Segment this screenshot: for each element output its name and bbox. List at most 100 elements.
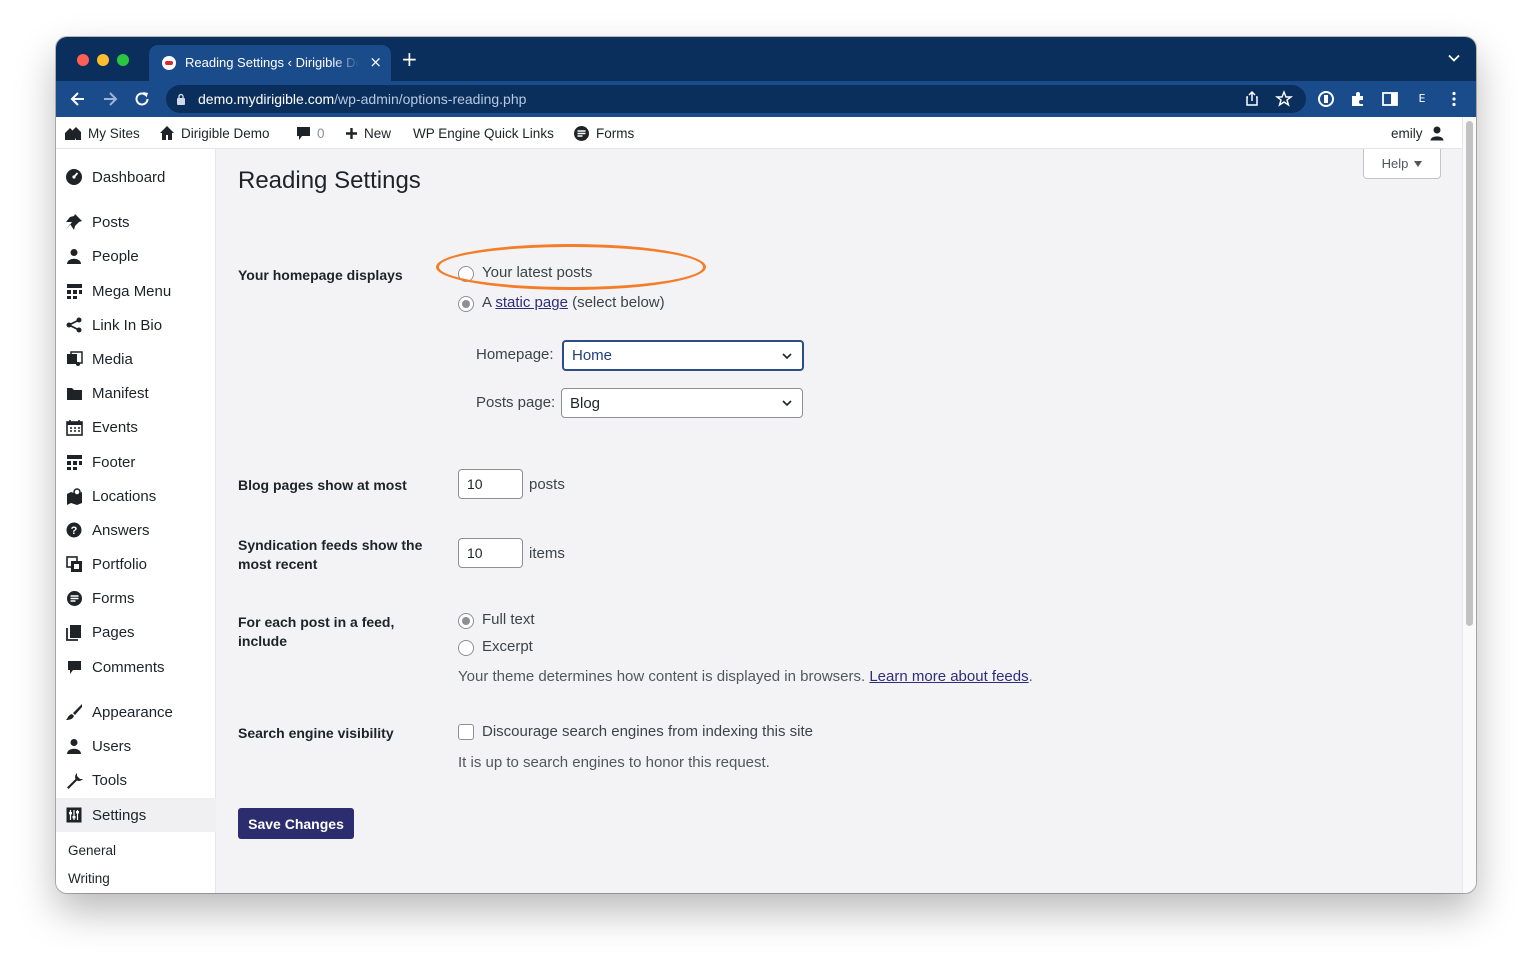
homepage-select[interactable]: Home — [562, 340, 804, 371]
quick-links-menu[interactable]: WP Engine Quick Links — [413, 117, 554, 149]
sidebar-item-answers[interactable]: ? Answers — [56, 514, 216, 546]
sidebar-item-manifest[interactable]: Manifest — [56, 377, 216, 409]
new-tab-button[interactable]: + — [401, 49, 418, 69]
sidebar-item-label: Users — [92, 737, 132, 755]
comment-icon — [65, 658, 83, 676]
forward-icon[interactable] — [100, 89, 120, 109]
sidebar-item-label: Locations — [92, 487, 157, 505]
search-visibility-description: It is up to search engines to honor this… — [458, 754, 770, 771]
side-panel-icon[interactable] — [1380, 89, 1400, 109]
static-page-link[interactable]: static page — [495, 294, 568, 311]
posts-per-page-input[interactable]: 10 — [458, 469, 523, 499]
folder-icon — [65, 384, 83, 402]
tab-search-icon[interactable] — [1448, 52, 1460, 64]
user-account-menu[interactable]: emily — [1391, 117, 1445, 149]
learn-more-feeds-link[interactable]: Learn more about feeds — [869, 668, 1028, 685]
browser-tab[interactable]: Reading Settings ‹ Dirigible Demo × — [149, 45, 391, 81]
sidebar-item-portfolio[interactable]: Portfolio — [56, 548, 216, 580]
posts-page-select[interactable]: Blog — [561, 388, 803, 418]
sidebar-item-label: Tools — [92, 771, 128, 789]
save-changes-button[interactable]: Save Changes — [238, 808, 354, 839]
person-icon — [65, 737, 83, 755]
profile-avatar[interactable]: E — [1412, 89, 1432, 109]
sidebar-item-locations[interactable]: Locations — [56, 480, 216, 512]
sidebar-item-label: Events — [92, 418, 138, 436]
sidebar-item-comments[interactable]: Comments — [56, 651, 216, 683]
share-icon — [65, 316, 83, 334]
homepage-select-label: Homepage: — [476, 346, 554, 363]
posts-page-select-label: Posts page: — [476, 394, 556, 411]
discourage-search-label: Discourage search engines from indexing … — [482, 723, 814, 740]
sidebar-item-users[interactable]: Users — [56, 730, 216, 762]
sidebar-item-label: Comments — [92, 658, 165, 676]
sidebar-item-events[interactable]: Events — [56, 411, 216, 443]
user-name: emily — [1391, 125, 1423, 141]
submenu-item-writing[interactable]: Writing — [68, 871, 110, 886]
sidebar-item-mega-menu[interactable]: Mega Menu — [56, 275, 216, 307]
sidebar-item-link-in-bio[interactable]: Link In Bio — [56, 309, 216, 341]
url-field[interactable]: demo.mydirigible.com/wp-admin/options-re… — [166, 85, 1306, 113]
sidebar-item-label: Footer — [92, 453, 136, 471]
chevron-down-icon — [782, 400, 792, 407]
full-text-radio[interactable] — [458, 613, 474, 629]
lock-icon — [177, 93, 185, 105]
person-icon — [65, 247, 83, 265]
wrench-icon — [65, 771, 83, 789]
tab-close-icon[interactable]: × — [369, 53, 382, 71]
minimize-window-button[interactable] — [97, 54, 109, 66]
sidebar-item-footer[interactable]: Footer — [56, 446, 216, 478]
feed-items-input[interactable]: 10 — [458, 538, 523, 568]
sidebar-item-label: Answers — [92, 521, 150, 539]
sidebar-item-media[interactable]: Media — [56, 343, 216, 375]
highlight-annotation — [436, 244, 706, 290]
plus-icon — [346, 127, 357, 139]
sidebar-item-label: Link In Bio — [92, 316, 163, 334]
bookmark-star-icon[interactable] — [1274, 89, 1294, 109]
sidebar-item-label: Manifest — [92, 384, 149, 402]
discourage-search-checkbox[interactable] — [458, 724, 474, 740]
blog-pages-label: Blog pages show at most — [238, 477, 407, 493]
extension-badge-icon[interactable] — [1316, 89, 1336, 109]
sidebar-item-dashboard[interactable]: Dashboard — [56, 161, 216, 193]
grid-icon — [65, 453, 83, 471]
sidebar-item-label: Dashboard — [92, 168, 166, 186]
share-icon[interactable] — [1242, 89, 1262, 109]
dashboard-icon — [65, 168, 83, 186]
tab-title: Reading Settings ‹ Dirigible Demo — [185, 55, 359, 70]
page-scrollbar[interactable] — [1462, 117, 1476, 893]
reload-icon[interactable] — [132, 89, 152, 109]
sidebar-item-appearance[interactable]: Appearance — [56, 696, 216, 728]
excerpt-label: Excerpt — [482, 638, 533, 655]
submenu-item-general[interactable]: General — [68, 843, 116, 858]
sidebar-item-pages[interactable]: Pages — [56, 616, 216, 648]
comments-count: 0 — [317, 125, 325, 141]
feed-description: Your theme determines how content is dis… — [458, 668, 1033, 685]
forms-menu[interactable]: Forms — [573, 117, 634, 149]
sidebar-item-forms[interactable]: Forms — [56, 582, 216, 614]
sidebar-item-settings[interactable]: Settings — [56, 798, 216, 832]
my-sites-menu[interactable]: My Sites — [64, 117, 140, 149]
feed-description-end: . — [1028, 668, 1033, 685]
new-content-menu[interactable]: New — [345, 117, 391, 149]
scrollbar-thumb[interactable] — [1466, 121, 1473, 626]
excerpt-radio[interactable] — [458, 640, 474, 656]
my-sites-icon — [65, 127, 81, 140]
sidebar-item-posts[interactable]: Posts — [56, 206, 216, 238]
comments-menu[interactable]: 0 — [296, 117, 325, 149]
help-button[interactable]: Help — [1363, 149, 1441, 179]
close-window-button[interactable] — [77, 54, 89, 66]
maximize-window-button[interactable] — [117, 54, 129, 66]
sidebar-item-people[interactable]: People — [56, 240, 216, 272]
static-page-radio[interactable] — [458, 296, 474, 312]
more-menu-icon[interactable] — [1444, 89, 1464, 109]
forms-icon — [574, 125, 589, 141]
sidebar-item-label: Appearance — [92, 703, 173, 721]
extensions-puzzle-icon[interactable] — [1348, 89, 1368, 109]
sidebar-item-tools[interactable]: Tools — [56, 764, 216, 796]
caret-down-icon — [1414, 160, 1423, 167]
site-name-menu[interactable]: Dirigible Demo — [159, 117, 270, 149]
forms-label: Forms — [596, 125, 635, 141]
back-icon[interactable] — [68, 89, 88, 109]
quick-links-label: WP Engine Quick Links — [413, 125, 554, 141]
homepage-select-value: Home — [572, 347, 613, 364]
